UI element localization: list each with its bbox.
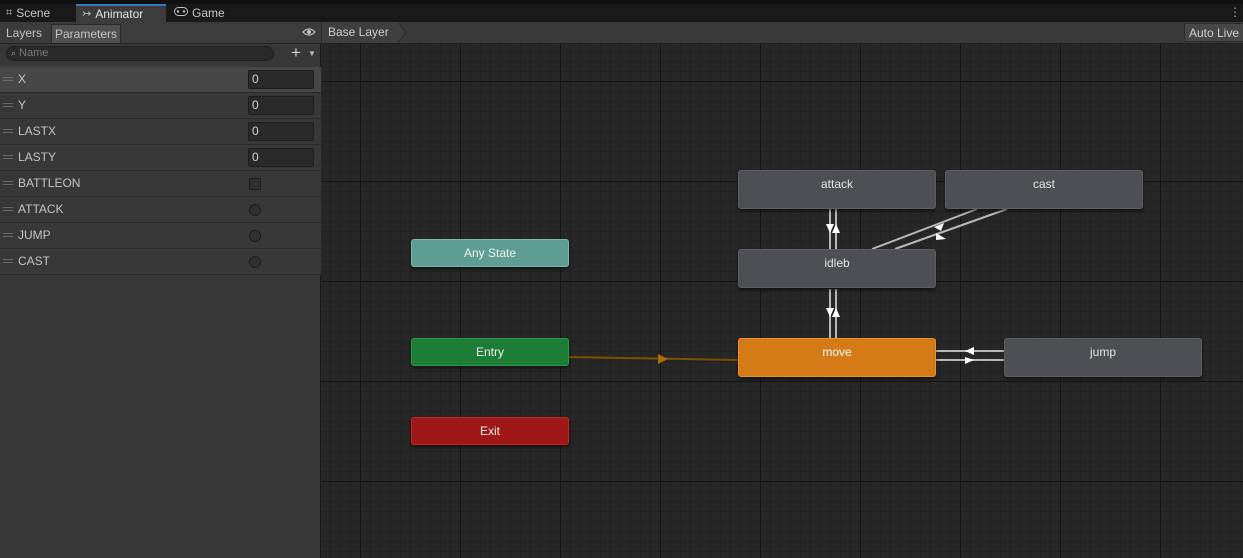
tab-game[interactable]: Game xyxy=(168,4,231,22)
parameter-bool-checkbox[interactable] xyxy=(249,178,261,190)
state-idleb[interactable]: idleb xyxy=(738,249,936,288)
drag-handle-icon[interactable] xyxy=(3,103,13,107)
transition-attack-idleb[interactable] xyxy=(826,209,840,249)
parameter-name: LASTX xyxy=(18,124,57,138)
parameter-trigger-radio[interactable] xyxy=(249,230,261,242)
state-attack[interactable]: attack xyxy=(738,170,936,209)
drag-handle-icon[interactable] xyxy=(3,77,13,81)
parameter-float-field[interactable]: 0 xyxy=(248,148,314,167)
state-machine-graph[interactable]: Any State Entry Exit attack cast idleb m… xyxy=(322,44,1243,558)
parameter-row[interactable]: BATTLEON xyxy=(0,171,321,197)
parameter-row[interactable]: LASTX 0 xyxy=(0,119,321,145)
parameter-row[interactable]: Y 0 xyxy=(0,93,321,119)
kebab-menu-icon[interactable]: ⋮ xyxy=(1229,5,1241,19)
parameter-name: ATTACK xyxy=(18,202,64,216)
chevron-down-icon[interactable]: ▼ xyxy=(308,49,316,58)
state-move[interactable]: move xyxy=(738,338,936,377)
tab-game-label: Game xyxy=(192,6,225,20)
eye-icon[interactable] xyxy=(302,26,316,40)
parameters-panel: Layers Parameters ⌕ Name + ▼ X 0 Y 0 LAS… xyxy=(0,22,321,558)
search-placeholder: Name xyxy=(19,47,49,59)
parameter-trigger-radio[interactable] xyxy=(249,256,261,268)
animator-icon: ↣ xyxy=(82,8,92,20)
drag-handle-icon[interactable] xyxy=(3,207,13,211)
parameter-row[interactable]: JUMP xyxy=(0,223,321,249)
parameter-row[interactable]: X 0 xyxy=(0,67,321,93)
parameter-list: X 0 Y 0 LASTX 0 LASTY 0 BATTLEON ATTACK xyxy=(0,67,321,275)
transition-move-jump[interactable] xyxy=(936,347,1004,364)
parameter-name: JUMP xyxy=(18,228,51,242)
transition-entry-to-move[interactable] xyxy=(567,354,739,364)
parameter-float-field[interactable]: 0 xyxy=(248,70,314,89)
drag-handle-icon[interactable] xyxy=(3,233,13,237)
state-exit[interactable]: Exit xyxy=(411,417,569,445)
state-cast[interactable]: cast xyxy=(945,170,1143,209)
graph-toolbar: Base Layer Auto Live xyxy=(322,22,1243,44)
parameter-name: X xyxy=(18,72,27,86)
tab-animator[interactable]: ↣ Animator xyxy=(76,4,166,22)
transition-idleb-move[interactable] xyxy=(826,289,840,338)
gamepad-icon xyxy=(174,4,188,22)
drag-handle-icon[interactable] xyxy=(3,181,13,185)
transition-lines xyxy=(567,208,1008,364)
tab-parameters[interactable]: Parameters xyxy=(51,24,122,43)
parameter-trigger-radio[interactable] xyxy=(249,204,261,216)
transition-cast-idleb[interactable] xyxy=(871,208,1008,250)
add-parameter-button[interactable]: + xyxy=(291,44,301,62)
tab-scene[interactable]: ⌗ Scene xyxy=(0,4,56,22)
state-entry[interactable]: Entry xyxy=(411,338,569,366)
parameter-name: LASTY xyxy=(18,150,57,164)
parameter-name: CAST xyxy=(18,254,51,268)
parameter-name: BATTLEON xyxy=(18,176,81,190)
tab-layers[interactable]: Layers xyxy=(3,24,45,43)
parameter-float-field[interactable]: 0 xyxy=(248,96,314,115)
panel-tab-strip: Layers Parameters xyxy=(0,22,321,44)
breadcrumb-base-layer[interactable]: Base Layer xyxy=(322,22,401,43)
breadcrumb-arrow-icon xyxy=(398,22,407,43)
state-jump[interactable]: jump xyxy=(1004,338,1202,377)
drag-handle-icon[interactable] xyxy=(3,129,13,133)
search-icon: ⌕ xyxy=(11,48,17,58)
parameter-row[interactable]: LASTY 0 xyxy=(0,145,321,171)
tab-animator-label: Animator xyxy=(95,7,144,21)
grid-icon: ⌗ xyxy=(6,7,13,19)
parameter-search-input[interactable]: ⌕ Name xyxy=(6,46,274,61)
parameter-name: Y xyxy=(18,98,27,112)
tab-scene-label: Scene xyxy=(16,6,51,20)
parameter-row[interactable]: CAST xyxy=(0,249,321,275)
parameter-float-field[interactable]: 0 xyxy=(248,122,314,141)
parameter-row[interactable]: ATTACK xyxy=(0,197,321,223)
window-tab-bar: ⌗ Scene ↣ Animator Game ⋮ xyxy=(0,0,1243,22)
auto-live-link-button[interactable]: Auto Live xyxy=(1183,23,1243,42)
drag-handle-icon[interactable] xyxy=(3,155,13,159)
drag-handle-icon[interactable] xyxy=(3,259,13,263)
state-any-state[interactable]: Any State xyxy=(411,239,569,267)
